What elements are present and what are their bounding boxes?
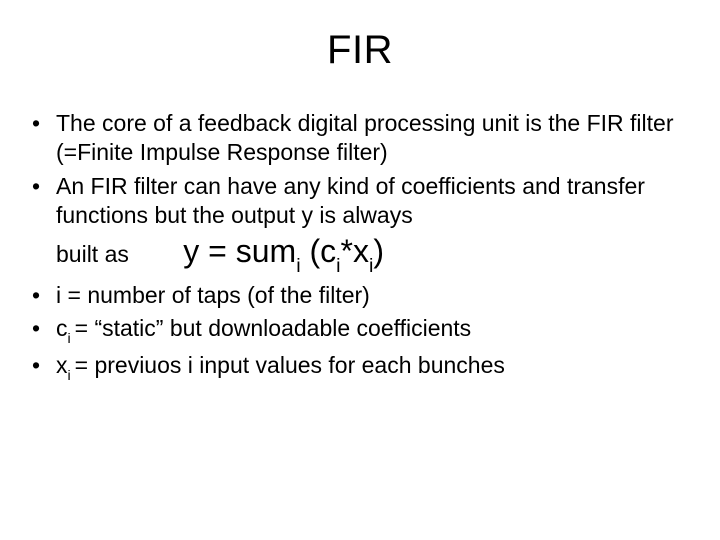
- eq-lead: y = sum: [183, 233, 296, 269]
- eq-mid: (c: [301, 233, 337, 269]
- eq-sub-i-2: i: [336, 255, 340, 277]
- slide: FIR The core of a feedback digital proce…: [0, 0, 720, 540]
- bullet-text: i = number of taps (of the filter): [56, 282, 370, 308]
- slide-title: FIR: [28, 28, 692, 73]
- var-c: c: [56, 315, 68, 341]
- bullet-list: The core of a feedback digital processin…: [28, 109, 692, 384]
- bullet-text: = previuos i input values for each bunch…: [75, 352, 505, 378]
- bullet-item-1: The core of a feedback digital processin…: [28, 109, 692, 168]
- eq-sub-i-1: i: [296, 255, 300, 277]
- equation-text: y = sumi (ci*xi): [183, 233, 384, 269]
- eq-star: *x: [341, 233, 369, 269]
- equation: y = sumi (ci*xi): [183, 231, 384, 277]
- bullet-text: = “static” but downloadable coefficients: [75, 315, 472, 341]
- eq-close: ): [373, 233, 384, 269]
- eq-sub-i-3: i: [369, 255, 373, 277]
- bullet-item-5: xi = previuos i input values for each bu…: [28, 351, 692, 384]
- bullet-item-3: i = number of taps (of the filter): [28, 281, 692, 310]
- bullet-text: The core of a feedback digital processin…: [56, 110, 673, 165]
- var-x: x: [56, 352, 68, 378]
- var-c-sub: i: [68, 331, 75, 347]
- bullet-item-4: ci = “static” but downloadable coefficie…: [28, 314, 692, 347]
- bullet-text-line1: An FIR filter can have any kind of coeff…: [56, 173, 645, 228]
- bullet-item-2: An FIR filter can have any kind of coeff…: [28, 172, 692, 277]
- var-x-sub: i: [68, 368, 75, 384]
- bullet-text-built: built as: [56, 240, 129, 269]
